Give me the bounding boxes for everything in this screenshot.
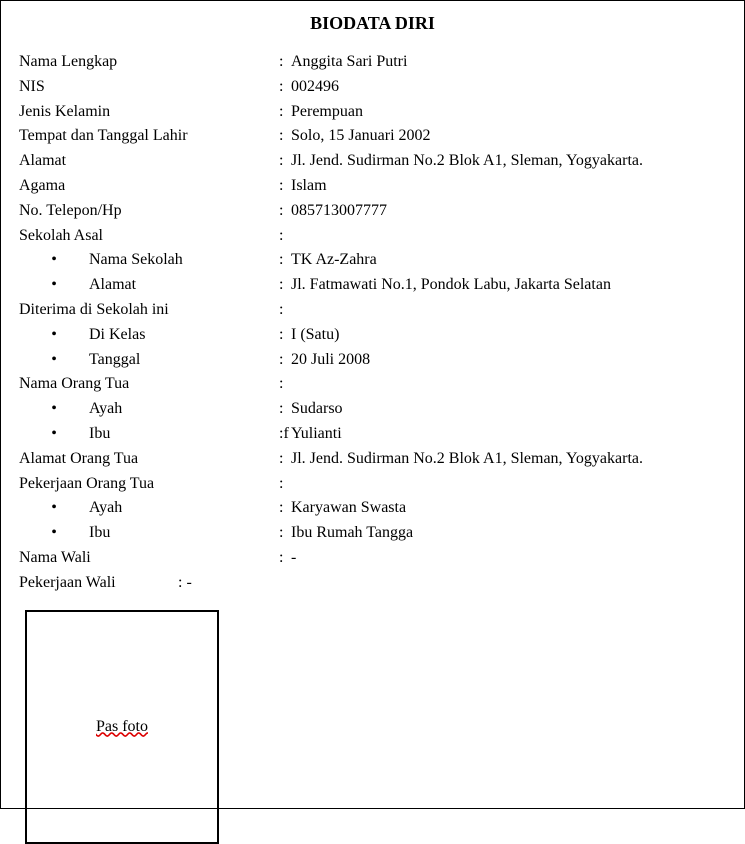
label-nama-ortu: Nama Orang Tua	[19, 372, 279, 397]
label-ortu-ibu: Ibu	[89, 422, 279, 447]
value-nama-wali: -	[291, 546, 726, 571]
value-jenis-kelamin: Perempuan	[291, 100, 726, 125]
separator-colon: :	[279, 174, 291, 199]
label-agama: Agama	[19, 174, 279, 199]
separator-colon: :	[279, 397, 291, 422]
field-diterima-tanggal: • Tanggal : 20 Juli 2008	[19, 348, 726, 373]
value-telepon: 085713007777	[291, 199, 726, 224]
field-nama-lengkap: Nama Lengkap : Anggita Sari Putri	[19, 50, 726, 75]
value-diterima-tanggal: 20 Juli 2008	[291, 348, 726, 373]
separator-colon: :	[279, 372, 291, 397]
label-ttl: Tempat dan Tanggal Lahir	[19, 124, 279, 149]
label-diterima-kelas: Di Kelas	[89, 323, 279, 348]
bullet-icon: •	[19, 422, 89, 447]
value-ortu-ibu: Yulianti	[291, 422, 726, 447]
separator-colon: :	[279, 273, 291, 298]
label-alamat-ortu: Alamat Orang Tua	[19, 447, 279, 472]
bullet-icon: •	[19, 248, 89, 273]
bullet-icon: •	[19, 521, 89, 546]
separator-colon: :	[279, 496, 291, 521]
value-ttl: Solo, 15 Januari 2002	[291, 124, 726, 149]
document-frame: BIODATA DIRI Nama Lengkap : Anggita Sari…	[0, 0, 745, 809]
field-alamat: Alamat : Jl. Jend. Sudirman No.2 Blok A1…	[19, 149, 726, 174]
field-sekolah-asal-nama: • Nama Sekolah : TK Az-Zahra	[19, 248, 726, 273]
field-nis: NIS : 002496	[19, 75, 726, 100]
value-diterima-kelas: I (Satu)	[291, 323, 726, 348]
separator-colon: :	[279, 50, 291, 75]
field-nama-wali: Nama Wali : -	[19, 546, 726, 571]
value-sekolah-asal-alamat: Jl. Fatmawati No.1, Pondok Labu, Jakarta…	[291, 273, 726, 298]
field-pekerjaan-ayah: • Ayah : Karyawan Swasta	[19, 496, 726, 521]
bullet-icon: •	[19, 323, 89, 348]
field-alamat-ortu: Alamat Orang Tua : Jl. Jend. Sudirman No…	[19, 447, 726, 472]
label-sekolah-asal-alamat: Alamat	[89, 273, 279, 298]
separator-colon: :	[279, 323, 291, 348]
label-alamat: Alamat	[19, 149, 279, 174]
separator-colon: :	[279, 248, 291, 273]
bullet-icon: •	[19, 496, 89, 521]
field-ortu-ayah: • Ayah : Sudarso	[19, 397, 726, 422]
field-jenis-kelamin: Jenis Kelamin : Perempuan	[19, 100, 726, 125]
value-sekolah-asal-nama: TK Az-Zahra	[291, 248, 726, 273]
label-pekerjaan-ortu: Pekerjaan Orang Tua	[19, 472, 279, 497]
bullet-icon: •	[19, 273, 89, 298]
value-alamat: Jl. Jend. Sudirman No.2 Blok A1, Sleman,…	[291, 149, 726, 174]
value-agama: Islam	[291, 174, 726, 199]
bullet-icon: •	[19, 348, 89, 373]
label-jenis-kelamin: Jenis Kelamin	[19, 100, 279, 125]
separator-colon: :f	[279, 422, 291, 447]
field-diterima: Diterima di Sekolah ini :	[19, 298, 726, 323]
separator-colon: :	[279, 75, 291, 100]
photo-placeholder-box: Pas foto	[25, 610, 219, 844]
field-ttl: Tempat dan Tanggal Lahir : Solo, 15 Janu…	[19, 124, 726, 149]
document-title: BIODATA DIRI	[19, 13, 726, 34]
label-telepon: No. Telepon/Hp	[19, 199, 279, 224]
separator-colon: :	[279, 100, 291, 125]
field-sekolah-asal-alamat: • Alamat : Jl. Fatmawati No.1, Pondok La…	[19, 273, 726, 298]
field-sekolah-asal: Sekolah Asal :	[19, 224, 726, 249]
label-ortu-ayah: Ayah	[89, 397, 279, 422]
separator-colon: :	[279, 447, 291, 472]
separator-colon: :	[279, 546, 291, 571]
value-ortu-ayah: Sudarso	[291, 397, 726, 422]
value-nis: 002496	[291, 75, 726, 100]
label-nis: NIS	[19, 75, 279, 100]
field-nama-ortu: Nama Orang Tua :	[19, 372, 726, 397]
label-diterima-tanggal: Tanggal	[89, 348, 279, 373]
label-diterima: Diterima di Sekolah ini	[19, 298, 279, 323]
separator-colon: :	[279, 124, 291, 149]
separator-colon: :	[279, 224, 291, 249]
label-sekolah-asal: Sekolah Asal	[19, 224, 279, 249]
field-agama: Agama : Islam	[19, 174, 726, 199]
field-ortu-ibu: • Ibu :f Yulianti	[19, 422, 726, 447]
field-pekerjaan-ortu: Pekerjaan Orang Tua :	[19, 472, 726, 497]
value-pekerjaan-ibu: Ibu Rumah Tangga	[291, 521, 726, 546]
label-nama-wali: Nama Wali	[19, 546, 279, 571]
separator-colon: :	[279, 298, 291, 323]
photo-placeholder-label: Pas foto	[96, 718, 148, 736]
separator-colon: :	[279, 199, 291, 224]
field-diterima-kelas: • Di Kelas : I (Satu)	[19, 323, 726, 348]
bullet-icon: •	[19, 397, 89, 422]
value-pekerjaan-wali: : -	[178, 574, 192, 591]
separator-colon: :	[279, 521, 291, 546]
field-telepon: No. Telepon/Hp : 085713007777	[19, 199, 726, 224]
field-pekerjaan-ibu: • Ibu : Ibu Rumah Tangga	[19, 521, 726, 546]
label-pekerjaan-ayah: Ayah	[89, 496, 279, 521]
label-pekerjaan-ibu: Ibu	[89, 521, 279, 546]
value-nama-lengkap: Anggita Sari Putri	[291, 50, 726, 75]
label-pekerjaan-wali: Pekerjaan Wali	[19, 571, 174, 596]
value-alamat-ortu: Jl. Jend. Sudirman No.2 Blok A1, Sleman,…	[291, 447, 726, 472]
value-pekerjaan-ayah: Karyawan Swasta	[291, 496, 726, 521]
separator-colon: :	[279, 149, 291, 174]
label-nama-lengkap: Nama Lengkap	[19, 50, 279, 75]
field-pekerjaan-wali: Pekerjaan Wali : -	[19, 571, 726, 596]
label-sekolah-asal-nama: Nama Sekolah	[89, 248, 279, 273]
separator-colon: :	[279, 472, 291, 497]
separator-colon: :	[279, 348, 291, 373]
